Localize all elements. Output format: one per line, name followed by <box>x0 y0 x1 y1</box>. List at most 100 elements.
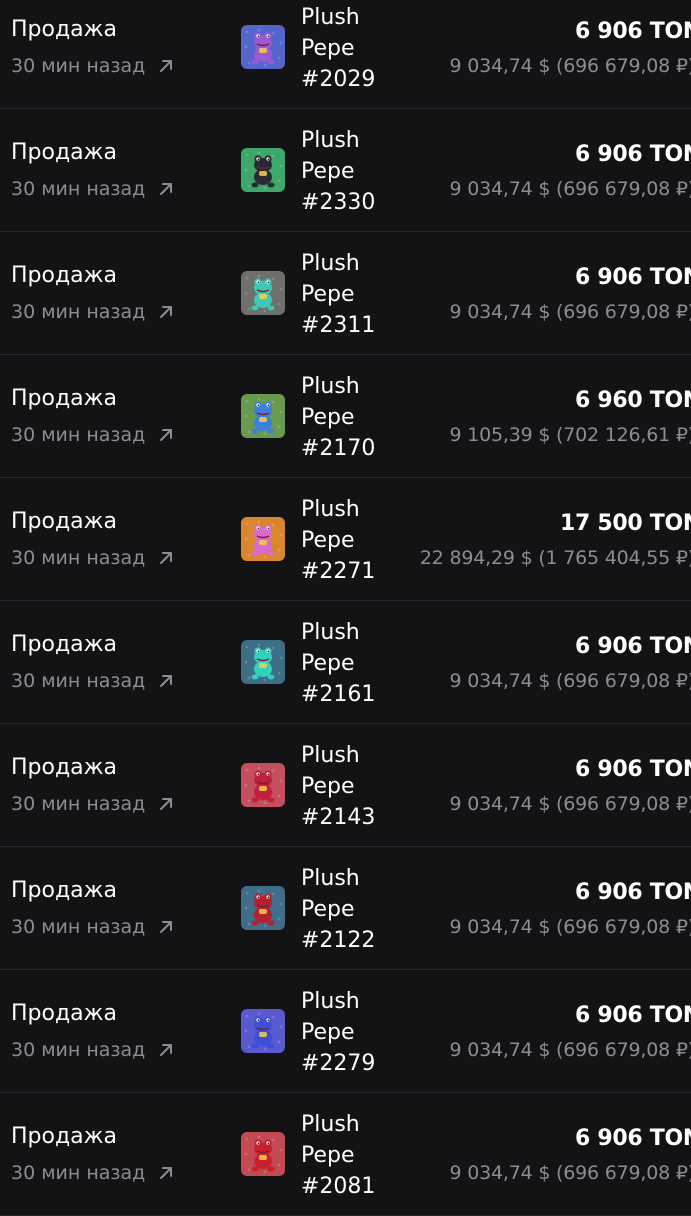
event-time-label: 30 мин назад <box>11 55 146 77</box>
external-link-arrow-icon[interactable] <box>157 549 175 567</box>
price-fiat: 9 034,74 $ (696 679,08 ₽) <box>449 670 691 692</box>
price-ton: 6 906 TON <box>575 1003 691 1028</box>
event-time[interactable]: 30 мин назад <box>11 547 175 569</box>
gift-name-line-1: Plush <box>301 374 360 399</box>
price-fiat: 9 034,74 $ (696 679,08 ₽) <box>449 301 691 323</box>
price-fiat: 9 034,74 $ (696 679,08 ₽) <box>449 1039 691 1061</box>
price-ton: 6 906 TON <box>575 757 691 782</box>
gift-name-line-2: Pepe <box>301 36 355 61</box>
event-time[interactable]: 30 мин назад <box>11 1162 175 1184</box>
event-type-label: Продажа <box>11 755 117 780</box>
gift-name[interactable]: Plush Pepe #2170 <box>301 371 375 464</box>
price-ton: 6 906 TON <box>575 265 691 290</box>
price-ton: 6 906 TON <box>575 19 691 44</box>
event-time[interactable]: 30 мин назад <box>11 301 175 323</box>
activity-row[interactable]: Продажа 30 мин назад <box>0 232 691 355</box>
event-time[interactable]: 30 мин назад <box>11 55 175 77</box>
price-ton: 6 960 TON <box>575 388 691 413</box>
gift-number: #2271 <box>301 559 376 584</box>
gift-name[interactable]: Plush Pepe #2122 <box>301 863 375 956</box>
gift-name[interactable]: Plush Pepe #2143 <box>301 740 375 833</box>
gift-number: #2330 <box>301 190 376 215</box>
event-time[interactable]: 30 мин назад <box>11 793 175 815</box>
gift-name-line-1: Plush <box>301 5 360 30</box>
price-fiat: 9 034,74 $ (696 679,08 ₽) <box>449 178 691 200</box>
gift-thumbnail-plush-pepe-icon[interactable] <box>241 763 285 807</box>
gift-name-line-1: Plush <box>301 1112 360 1137</box>
event-time-label: 30 мин назад <box>11 424 146 446</box>
event-time-label: 30 мин назад <box>11 1039 146 1061</box>
gift-name[interactable]: Plush Pepe #2161 <box>301 617 375 710</box>
activity-row[interactable]: Продажа 30 мин назад <box>0 355 691 478</box>
external-link-arrow-icon[interactable] <box>157 57 175 75</box>
gift-name-line-1: Plush <box>301 989 360 1014</box>
event-type-label: Продажа <box>11 263 117 288</box>
event-time-label: 30 мин назад <box>11 301 146 323</box>
gift-name-line-2: Pepe <box>301 774 355 799</box>
gift-thumbnail-plush-pepe-icon[interactable] <box>241 271 285 315</box>
gift-number: #2081 <box>301 1174 376 1199</box>
activity-row[interactable]: Продажа 30 мин назад <box>0 601 691 724</box>
gift-number: #2122 <box>301 928 376 953</box>
gift-thumbnail-plush-pepe-icon[interactable] <box>241 25 285 69</box>
external-link-arrow-icon[interactable] <box>157 918 175 936</box>
event-time-label: 30 мин назад <box>11 670 146 692</box>
gift-name-line-1: Plush <box>301 497 360 522</box>
external-link-arrow-icon[interactable] <box>157 1164 175 1182</box>
price-ton: 6 906 TON <box>575 634 691 659</box>
event-time[interactable]: 30 мин назад <box>11 178 175 200</box>
gift-thumbnail-plush-pepe-icon[interactable] <box>241 640 285 684</box>
gift-name-line-2: Pepe <box>301 159 355 184</box>
event-type-label: Продажа <box>11 509 117 534</box>
gift-thumbnail-plush-pepe-icon[interactable] <box>241 1132 285 1176</box>
event-time[interactable]: 30 мин назад <box>11 1039 175 1061</box>
external-link-arrow-icon[interactable] <box>157 303 175 321</box>
gift-name[interactable]: Plush Pepe #2330 <box>301 125 375 218</box>
activity-row[interactable]: Продажа 30 мин назад <box>0 1093 691 1216</box>
gift-thumbnail-plush-pepe-icon[interactable] <box>241 1009 285 1053</box>
gift-name[interactable]: Plush Pepe #2029 <box>301 2 375 95</box>
price-fiat: 9 034,74 $ (696 679,08 ₽) <box>449 1162 691 1184</box>
gift-name-line-1: Plush <box>301 620 360 645</box>
gift-name-line-2: Pepe <box>301 528 355 553</box>
activity-row[interactable]: Продажа 30 мин назад <box>0 847 691 970</box>
gift-name-line-1: Plush <box>301 251 360 276</box>
gift-name-line-2: Pepe <box>301 651 355 676</box>
event-time-label: 30 мин назад <box>11 793 146 815</box>
activity-row[interactable]: Продажа 30 мин назад <box>0 109 691 232</box>
activity-row[interactable]: Продажа 30 мин назад <box>0 724 691 847</box>
gift-name-line-2: Pepe <box>301 1020 355 1045</box>
gift-number: #2279 <box>301 1051 376 1076</box>
external-link-arrow-icon[interactable] <box>157 795 175 813</box>
price-ton: 6 906 TON <box>575 880 691 905</box>
gift-name-line-1: Plush <box>301 743 360 768</box>
gift-thumbnail-plush-pepe-icon[interactable] <box>241 148 285 192</box>
event-time-label: 30 мин назад <box>11 916 146 938</box>
activity-row[interactable]: Продажа 30 мин назад <box>0 970 691 1093</box>
gift-name[interactable]: Plush Pepe #2279 <box>301 986 375 1079</box>
external-link-arrow-icon[interactable] <box>157 426 175 444</box>
external-link-arrow-icon[interactable] <box>157 672 175 690</box>
gift-name-line-2: Pepe <box>301 282 355 307</box>
event-time-label: 30 мин назад <box>11 1162 146 1184</box>
gift-name-line-1: Plush <box>301 128 360 153</box>
event-time[interactable]: 30 мин назад <box>11 424 175 446</box>
event-time[interactable]: 30 мин назад <box>11 916 175 938</box>
external-link-arrow-icon[interactable] <box>157 180 175 198</box>
gift-number: #2161 <box>301 682 376 707</box>
gift-thumbnail-plush-pepe-icon[interactable] <box>241 886 285 930</box>
activity-row[interactable]: Продажа 30 мин назад <box>0 0 691 109</box>
external-link-arrow-icon[interactable] <box>157 1041 175 1059</box>
gift-name[interactable]: Plush Pepe #2311 <box>301 248 375 341</box>
gift-thumbnail-plush-pepe-icon[interactable] <box>241 517 285 561</box>
price-fiat: 9 034,74 $ (696 679,08 ₽) <box>449 916 691 938</box>
gift-name[interactable]: Plush Pepe #2271 <box>301 494 375 587</box>
event-time-label: 30 мин назад <box>11 178 146 200</box>
gift-name[interactable]: Plush Pepe #2081 <box>301 1109 375 1202</box>
event-time[interactable]: 30 мин назад <box>11 670 175 692</box>
gift-name-line-2: Pepe <box>301 897 355 922</box>
activity-row[interactable]: Продажа 30 мин назад <box>0 478 691 601</box>
gift-thumbnail-plush-pepe-icon[interactable] <box>241 394 285 438</box>
price-fiat: 22 894,29 $ (1 765 404,55 ₽) <box>419 547 691 569</box>
price-ton: 17 500 TON <box>560 511 691 536</box>
